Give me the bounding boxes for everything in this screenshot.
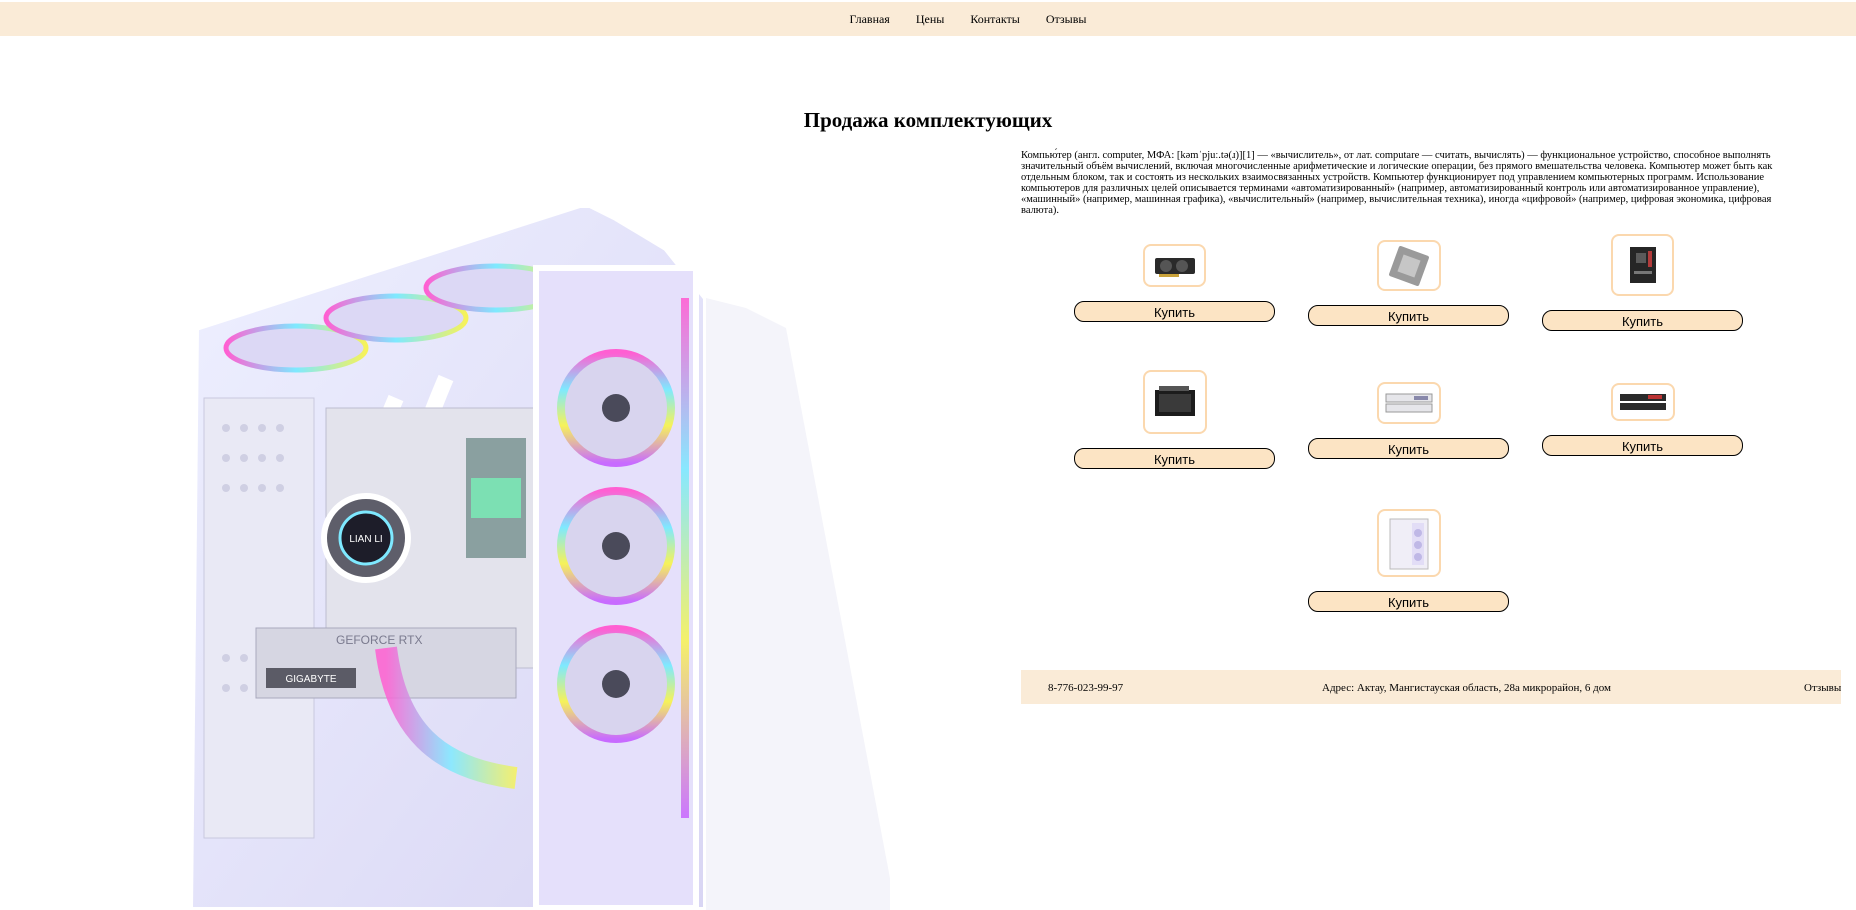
product-card: Купить: [1542, 383, 1743, 456]
product-thumbnail[interactable]: [1610, 383, 1675, 421]
svg-text:GIGABYTE: GIGABYTE: [285, 674, 336, 685]
buy-button[interactable]: Купить: [1308, 438, 1509, 459]
graphics-card-icon: [1154, 257, 1195, 277]
cpu-icon: [1388, 245, 1429, 286]
buy-button[interactable]: Купить: [1542, 310, 1743, 331]
product-card: Купить: [1308, 509, 1509, 612]
ram-black-icon: [1619, 394, 1666, 410]
product-card: Купить: [1074, 370, 1275, 469]
nav-link-contacts[interactable]: Контакты: [970, 12, 1020, 27]
nav-link-prices[interactable]: Цены: [916, 12, 944, 27]
footer-phone: 8-776-023-99-97: [1048, 682, 1124, 694]
buy-button[interactable]: Купить: [1074, 301, 1275, 322]
page-title: Продажа комплектующих: [803, 108, 1053, 132]
product-thumbnail[interactable]: [1611, 234, 1674, 296]
nav-link-home[interactable]: Главная: [850, 12, 890, 27]
product-thumbnail[interactable]: [1376, 509, 1441, 577]
power-supply-icon: [1154, 386, 1195, 416]
ram-white-icon: [1385, 393, 1432, 413]
product-card: Купить: [1308, 240, 1509, 326]
footer-address: Адрес: Актау, Мангистауская область, 28а…: [1322, 682, 1612, 694]
svg-text:GEFORCE RTX: GEFORCE RTX: [336, 633, 422, 647]
top-nav: Главная Цены Контакты Отзывы: [0, 2, 1856, 36]
footer-reviews-link[interactable]: Отзывы: [1804, 682, 1841, 694]
pc-case-icon: [1389, 518, 1428, 570]
footer: 8-776-023-99-97 Адрес: Актау, Мангистаус…: [1021, 670, 1841, 704]
product-thumbnail[interactable]: [1142, 370, 1207, 434]
buy-button[interactable]: Купить: [1542, 435, 1743, 456]
nav-link-reviews[interactable]: Отзывы: [1046, 12, 1087, 27]
intro-text: Компью́тер (англ. computer, МФА: [kəmˈpj…: [1021, 150, 1773, 216]
buy-button[interactable]: Купить: [1074, 448, 1275, 469]
product-card: Купить: [1542, 234, 1743, 331]
product-thumbnail[interactable]: [1143, 244, 1206, 287]
buy-button[interactable]: Купить: [1308, 305, 1509, 326]
hero-pc-case-image: LIAN LI GEFORCE RTX GIGABYTE: [186, 208, 890, 910]
product-card: Купить: [1074, 244, 1275, 322]
buy-button[interactable]: Купить: [1308, 591, 1509, 612]
svg-text:LIAN LI: LIAN LI: [349, 534, 382, 545]
motherboard-icon: [1629, 247, 1656, 283]
product-card: Купить: [1308, 382, 1509, 459]
product-thumbnail[interactable]: [1376, 382, 1441, 424]
product-thumbnail[interactable]: [1376, 240, 1441, 291]
